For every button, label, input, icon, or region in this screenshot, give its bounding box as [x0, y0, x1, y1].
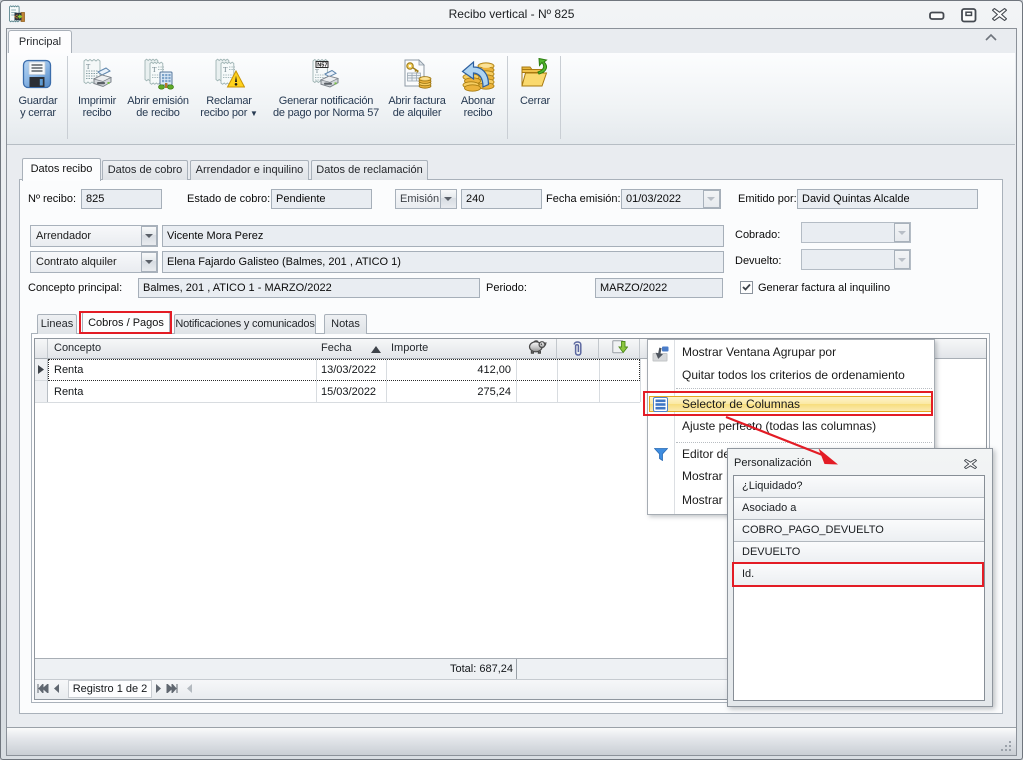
- svg-text:T: T: [315, 68, 319, 75]
- svg-text:T: T: [86, 63, 91, 71]
- svg-text:T: T: [223, 65, 228, 74]
- svg-text:T: T: [152, 65, 157, 74]
